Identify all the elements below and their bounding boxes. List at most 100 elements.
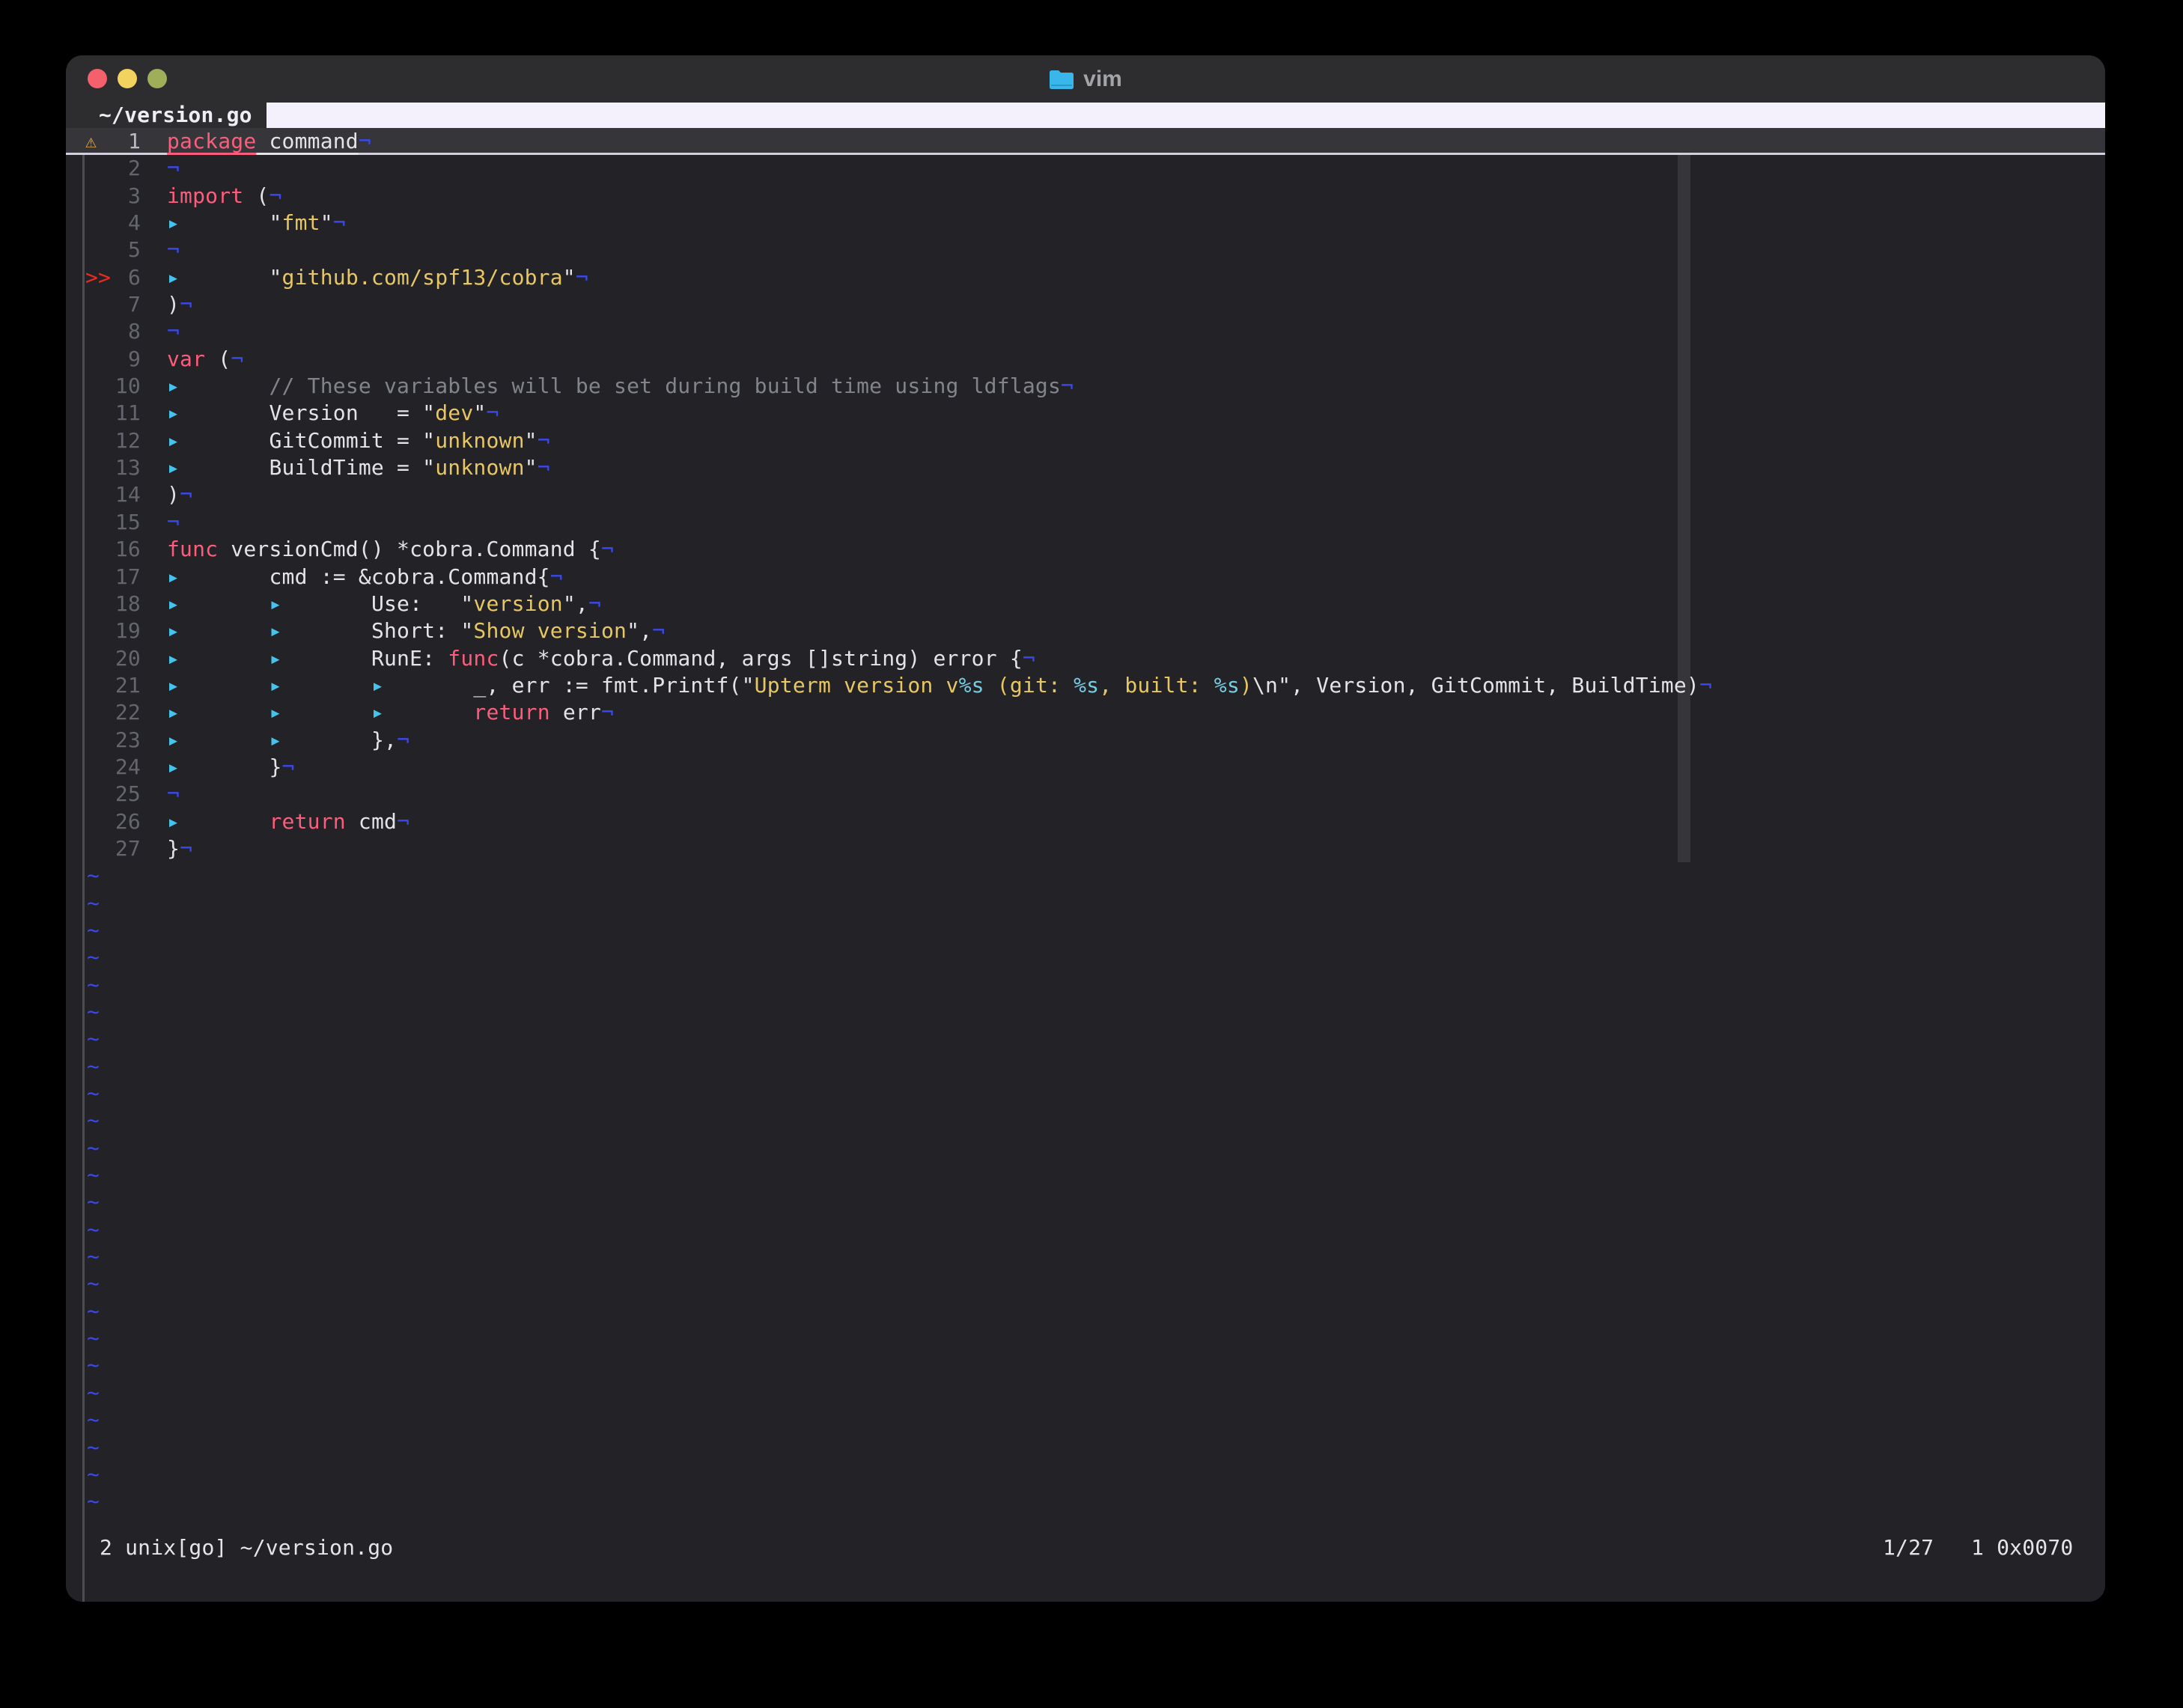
code-line[interactable]: 26▸ return cmd¬ bbox=[66, 808, 2105, 835]
code-line[interactable]: 7)¬ bbox=[66, 291, 2105, 318]
code-text: func versionCmd() *cobra.Command {¬ bbox=[167, 536, 614, 563]
code-line[interactable]: >>6▸ "github.com/spf13/cobra"¬ bbox=[66, 264, 2105, 291]
eol-marker-icon: ¬ bbox=[359, 129, 371, 153]
gutter: 2 bbox=[66, 155, 167, 182]
code-line[interactable]: 2¬ bbox=[66, 155, 2105, 182]
eol-marker-icon: ¬ bbox=[231, 347, 243, 371]
gutter: 26 bbox=[66, 808, 167, 835]
filler-tilde-line: ~ bbox=[66, 1352, 2105, 1379]
eol-marker-icon: ¬ bbox=[538, 428, 550, 453]
code-text: ▸ ▸ RunE: func(c *cobra.Command, args []… bbox=[167, 645, 1035, 672]
code-line[interactable]: 12▸ GitCommit = "unknown"¬ bbox=[66, 427, 2105, 454]
code-line[interactable]: 17▸ cmd := &cobra.Command{¬ bbox=[66, 564, 2105, 591]
tab-indent-icon: ▸ bbox=[167, 728, 269, 752]
filler-tilde-line: ~ bbox=[66, 1488, 2105, 1515]
code-text: ¬ bbox=[167, 781, 180, 808]
filler-tilde-line: ~ bbox=[66, 1107, 2105, 1134]
code-text: )¬ bbox=[167, 481, 192, 508]
gutter: 25 bbox=[66, 781, 167, 808]
tab-version-go[interactable]: ~/version.go bbox=[66, 103, 267, 128]
statusline-cursor-byte: 1 0x0070 bbox=[1971, 1534, 2073, 1561]
tab-indent-icon: ▸ bbox=[167, 210, 269, 235]
filler-tilde-line: ~ bbox=[66, 917, 2105, 944]
zoom-button[interactable] bbox=[147, 69, 167, 88]
code-line[interactable]: 18▸ ▸ Use: "version",¬ bbox=[66, 591, 2105, 617]
filler-tilde-line: ~ bbox=[66, 1025, 2105, 1052]
gutter: 23 bbox=[66, 727, 167, 754]
statusline-line-position: 1/27 bbox=[1883, 1534, 1934, 1561]
code-text: ▸ }¬ bbox=[167, 754, 295, 781]
code-line[interactable]: 14)¬ bbox=[66, 481, 2105, 508]
traffic-lights bbox=[88, 69, 167, 88]
code-line[interactable]: 11▸ Version = "dev"¬ bbox=[66, 400, 2105, 427]
gutter: 13 bbox=[66, 454, 167, 481]
code-text: ¬ bbox=[167, 318, 180, 345]
code-line[interactable]: 20 ▸ ▸ RunE: func(c *cobra.Command, args … bbox=[66, 645, 2105, 672]
eol-marker-icon: ¬ bbox=[652, 618, 665, 643]
code-line[interactable]: 13▸ BuildTime = "unknown"¬ bbox=[66, 454, 2105, 481]
code-text: ▸ ▸ },¬ bbox=[167, 727, 409, 754]
code-line[interactable]: 24▸ }¬ bbox=[66, 754, 2105, 781]
tab-indent-icon: ▸ bbox=[269, 700, 371, 725]
tab-indent-icon: ▸ bbox=[371, 700, 473, 725]
code-text: ▸ cmd := &cobra.Command{¬ bbox=[167, 564, 563, 591]
tilde-marker: ~ bbox=[66, 944, 100, 971]
tab-indent-icon: ▸ bbox=[167, 809, 269, 834]
code-line[interactable]: 8¬ bbox=[66, 318, 2105, 345]
code-text: var (¬ bbox=[167, 346, 243, 373]
gutter: 18 bbox=[66, 591, 167, 617]
eol-marker-icon: ¬ bbox=[538, 455, 550, 480]
line-number: 16 bbox=[115, 536, 141, 563]
gutter: 27 bbox=[66, 835, 167, 862]
code-text: ▸ ▸ Use: "version",¬ bbox=[167, 591, 601, 617]
tab-indent-icon: ▸ bbox=[167, 754, 269, 779]
code-line[interactable]: 10▸ // These variables will be set durin… bbox=[66, 373, 2105, 400]
line-number: 15 bbox=[115, 509, 141, 536]
code-line[interactable]: 25¬ bbox=[66, 781, 2105, 808]
code-line[interactable]: 21▸ ▸ ▸ _, err := fmt.Printf("Upterm ver… bbox=[66, 672, 2105, 699]
statusline: 2 unix[go] ~/version.go 1/27 1 0x0070 bbox=[66, 1534, 2105, 1561]
line-number: 11 bbox=[115, 400, 141, 427]
tilde-marker: ~ bbox=[66, 1135, 100, 1162]
tilde-marker: ~ bbox=[66, 972, 100, 998]
code-line[interactable]: 9var (¬ bbox=[66, 346, 2105, 373]
line-number: 20 bbox=[115, 645, 141, 672]
tab-indent-icon: ▸ bbox=[269, 673, 371, 698]
code-line[interactable]: 27}¬ bbox=[66, 835, 2105, 862]
gutter: 5 bbox=[66, 237, 167, 263]
eol-marker-icon: ¬ bbox=[180, 836, 192, 861]
minimize-button[interactable] bbox=[118, 69, 137, 88]
eol-marker-icon: ¬ bbox=[397, 809, 409, 834]
tab-indent-icon: ▸ bbox=[167, 618, 269, 643]
code-line[interactable]: ⚠1package command¬ bbox=[66, 128, 2105, 155]
line-number: 19 bbox=[115, 617, 141, 644]
code-text: ▸ "github.com/spf13/cobra"¬ bbox=[167, 264, 588, 291]
code-area[interactable]: ⚠1package command¬2¬3import (¬4▸ "fmt"¬5… bbox=[66, 128, 2105, 1602]
tab-indent-icon: ▸ bbox=[269, 618, 371, 643]
window-titlebar[interactable]: vim bbox=[66, 55, 2105, 103]
filler-tilde-line: ~ bbox=[66, 1434, 2105, 1461]
code-line[interactable]: 3import (¬ bbox=[66, 183, 2105, 210]
code-line[interactable]: 5¬ bbox=[66, 237, 2105, 263]
code-line[interactable]: 19▸ ▸ Short: "Show version",¬ bbox=[66, 617, 2105, 644]
breakpoint-sign-icon: >> bbox=[85, 264, 111, 291]
code-line[interactable]: 23▸ ▸ },¬ bbox=[66, 727, 2105, 754]
eol-marker-icon: ¬ bbox=[576, 265, 588, 290]
tilde-marker: ~ bbox=[66, 1461, 100, 1488]
eol-marker-icon: ¬ bbox=[588, 591, 601, 616]
tab-indent-icon: ▸ bbox=[269, 591, 371, 616]
code-line[interactable]: 4▸ "fmt"¬ bbox=[66, 210, 2105, 237]
gutter: 10 bbox=[66, 373, 167, 400]
eol-marker-icon: ¬ bbox=[269, 183, 281, 208]
buffer-lines: ⚠1package command¬2¬3import (¬4▸ "fmt"¬5… bbox=[66, 128, 2105, 1516]
gutter: 8 bbox=[66, 318, 167, 345]
code-line[interactable]: 15¬ bbox=[66, 509, 2105, 536]
filler-tilde-line: ~ bbox=[66, 1216, 2105, 1243]
code-line[interactable]: 16 func versionCmd() *cobra.Command {¬ bbox=[66, 536, 2105, 563]
close-button[interactable] bbox=[88, 69, 107, 88]
tab-indent-icon: ▸ bbox=[167, 265, 269, 290]
gutter: ⚠1 bbox=[66, 128, 167, 153]
folder-icon bbox=[1049, 69, 1074, 90]
code-line[interactable]: 22▸ ▸ ▸ return err¬ bbox=[66, 699, 2105, 726]
code-text: ▸ // These variables will be set during … bbox=[167, 373, 1074, 400]
